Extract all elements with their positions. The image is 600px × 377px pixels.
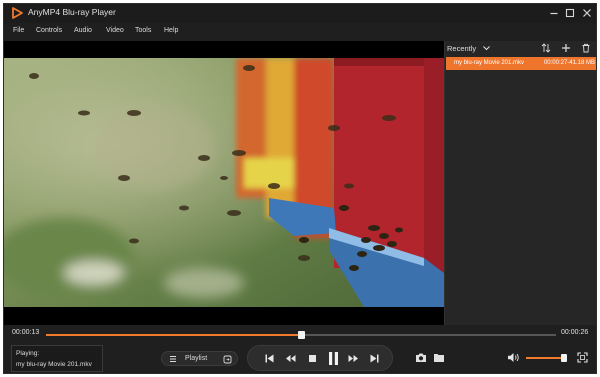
menu-tools[interactable]: Tools — [135, 27, 151, 34]
menu-audio[interactable]: Audio — [74, 27, 92, 34]
snapshot-icon[interactable] — [415, 352, 427, 363]
controls-bar: Playing: my blu-ray Movie 201.mkv Playli… — [4, 341, 596, 373]
menu-video[interactable]: Video — [106, 27, 124, 34]
chevron-down-icon[interactable] — [482, 44, 491, 52]
skip-next-icon[interactable] — [369, 353, 380, 364]
playlist-item-meta: 00:00:27-41.18 MB — [543, 60, 595, 66]
seek-bar[interactable] — [46, 331, 556, 339]
trash-icon[interactable] — [581, 43, 591, 53]
menu-controls[interactable]: Controls — [36, 27, 62, 34]
volume-handle[interactable] — [561, 354, 567, 362]
volume-slider-fill — [526, 357, 564, 359]
now-playing-file: my blu-ray Movie 201.mkv — [16, 361, 92, 368]
add-icon[interactable] — [561, 43, 571, 53]
video-frame — [4, 58, 444, 307]
loop-icon[interactable] — [223, 355, 232, 364]
playlist-toggle[interactable]: Playlist — [161, 351, 238, 366]
close-icon[interactable] — [581, 7, 593, 19]
seek-bar-fill — [46, 334, 301, 336]
video-area[interactable] — [4, 41, 444, 325]
fullscreen-icon[interactable] — [577, 352, 588, 363]
fast-forward-icon[interactable] — [348, 353, 359, 364]
volume-slider[interactable] — [526, 354, 567, 362]
transport-controls — [247, 345, 393, 371]
now-playing-label: Playing: — [16, 350, 40, 357]
title-bar: AnyMP4 Blu-ray Player — [4, 4, 596, 23]
app-logo-icon — [12, 7, 23, 19]
window-title: AnyMP4 Blu-ray Player — [28, 7, 116, 17]
minimize-icon[interactable] — [548, 7, 560, 19]
seek-handle[interactable] — [298, 331, 305, 339]
maximize-icon[interactable] — [564, 7, 576, 19]
recently-filter[interactable]: Recently — [447, 44, 476, 53]
sort-icon[interactable] — [541, 43, 551, 53]
playlist-icon — [170, 356, 176, 362]
progress-row: 00:00:13 00:00:26 — [4, 325, 596, 341]
volume-icon[interactable] — [507, 352, 520, 363]
now-playing-box: Playing: my blu-ray Movie 201.mkv — [11, 345, 103, 372]
rewind-icon[interactable] — [285, 353, 296, 364]
open-folder-icon[interactable] — [433, 352, 445, 363]
menu-help[interactable]: Help — [164, 27, 178, 34]
playlist-button-label: Playlist — [185, 355, 208, 362]
playlist-item-name: my blu-ray Movie 201.mkv — [454, 60, 525, 66]
playlist-item[interactable]: my blu-ray Movie 201.mkv 00:00:27-41.18 … — [446, 57, 596, 70]
menu-bar: File Controls Audio Video Tools Help — [4, 23, 596, 40]
playlist-header: Recently — [445, 41, 596, 56]
player-window: AnyMP4 Blu-ray Player File Controls Audi… — [3, 3, 597, 374]
playlist-panel: Recently my blu-ray Movie 201.mkv 00:00:… — [444, 41, 596, 325]
pause-icon[interactable] — [327, 351, 340, 366]
menu-file[interactable]: File — [13, 27, 24, 34]
skip-previous-icon[interactable] — [264, 353, 275, 364]
stop-icon[interactable] — [307, 353, 318, 364]
current-time: 00:00:13 — [12, 329, 40, 336]
total-time: 00:00:26 — [561, 329, 589, 336]
